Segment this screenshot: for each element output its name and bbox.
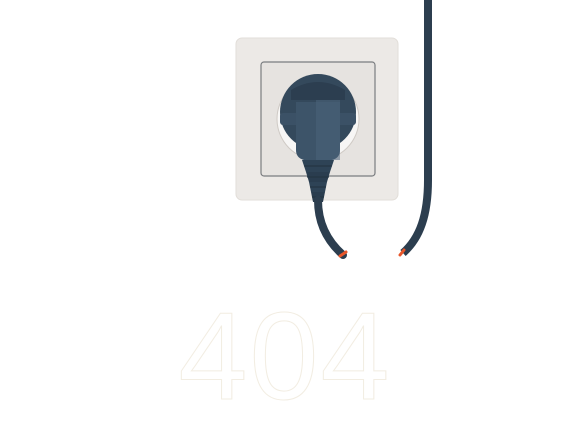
cable-icon (398, 0, 432, 257)
plug-cable (314, 196, 348, 259)
error-code-404: 404 (178, 288, 392, 426)
error-page: 404 (0, 0, 570, 437)
